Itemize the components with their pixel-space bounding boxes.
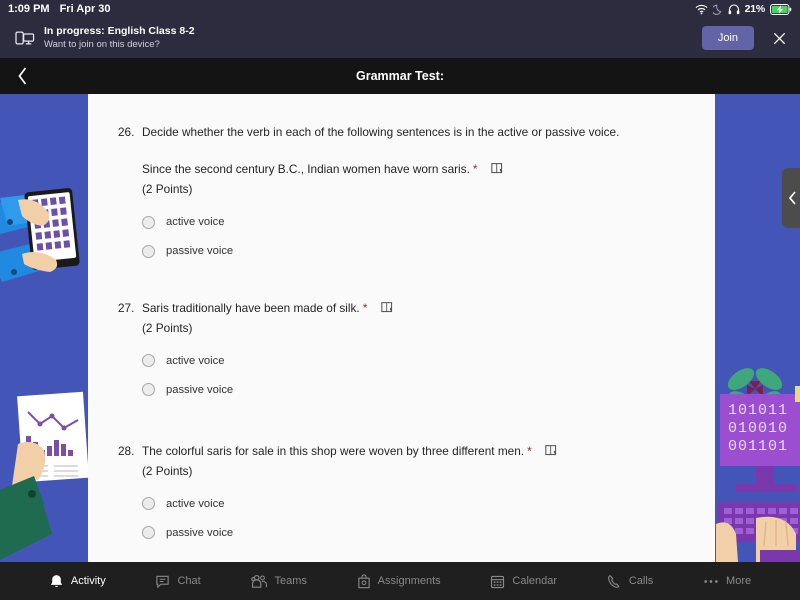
required-marker: * <box>472 161 478 176</box>
required-marker: * <box>527 444 532 458</box>
radio-icon[interactable] <box>142 497 155 511</box>
bottom-navigation-bar: Activity Chat Teams Assignments Calendar… <box>0 562 800 600</box>
question-points: (2 Points) <box>142 320 193 335</box>
join-button[interactable]: Join <box>701 26 754 50</box>
question-points: (2 Points) <box>142 463 193 478</box>
question-sentence: Saris traditionally have been made of si… <box>142 301 360 315</box>
nav-item-activity[interactable]: Activity <box>49 574 106 589</box>
banner-text-group: In progress: English Class 8-2 Want to j… <box>40 25 702 51</box>
question-sentence-wrap: The colorful saris for sale in this shop… <box>142 443 695 479</box>
close-icon <box>773 32 785 44</box>
status-bar-right: 21% <box>695 3 792 15</box>
radio-icon[interactable] <box>142 383 155 397</box>
status-time: 1:09 PM <box>8 3 50 15</box>
question-prompt: Decide whether the verb in each of the f… <box>142 125 620 139</box>
page-title: Grammar Test: <box>356 69 444 83</box>
back-button[interactable] <box>0 66 46 86</box>
question-sentence-row: 27. Saris traditionally have been made o… <box>118 300 695 336</box>
nav-label: More <box>726 575 752 587</box>
question-prompt-row: 26. Decide whether the verb in each of t… <box>118 124 695 141</box>
teams-icon <box>250 574 267 588</box>
nav-item-assignments[interactable]: Assignments <box>357 573 441 589</box>
ios-status-bar: 1:09 PM Fri Apr 30 21% <box>0 0 800 18</box>
side-drawer-handle[interactable] <box>782 168 800 228</box>
option-label: active voice <box>166 354 225 367</box>
nav-label: Calendar <box>512 575 558 587</box>
battery-percent: 21% <box>744 3 766 15</box>
nav-item-teams[interactable]: Teams <box>250 574 307 589</box>
immersive-reader-icon[interactable] <box>491 162 504 180</box>
question-sentence: The colorful saris for sale in this shop… <box>142 444 525 458</box>
nav-label: Calls <box>628 575 654 587</box>
radio-icon[interactable] <box>142 526 155 540</box>
ellipsis-icon <box>704 579 718 583</box>
meeting-join-banner: In progress: English Class 8-2 Want to j… <box>0 18 800 58</box>
battery-charging-icon <box>770 3 792 15</box>
question-block: 28. The colorful saris for sale in this … <box>118 443 695 555</box>
question-block: 27. Saris traditionally have been made o… <box>118 300 695 412</box>
nav-label: Teams <box>274 575 307 587</box>
option-passive-voice[interactable]: passive voice <box>142 526 695 540</box>
options-group: active voice passive voice <box>142 354 695 397</box>
immersive-reader-icon[interactable] <box>380 301 394 319</box>
status-date: Fri Apr 30 <box>59 3 111 15</box>
nav-item-chat[interactable]: Chat <box>155 574 201 589</box>
options-group: active voice passive voice <box>142 215 695 258</box>
option-passive-voice[interactable]: passive voice <box>142 244 695 258</box>
radio-icon[interactable] <box>142 354 155 368</box>
chat-icon <box>156 575 170 588</box>
nav-item-more[interactable]: More <box>703 574 751 589</box>
bell-icon <box>50 574 62 587</box>
question-sentence-wrap: Saris traditionally have been made of si… <box>142 300 695 336</box>
headphones-icon <box>728 3 739 14</box>
option-active-voice[interactable]: active voice <box>142 354 695 368</box>
question-number: 26. <box>118 125 135 139</box>
app-title-bar: Grammar Test: <box>0 58 800 94</box>
assignments-icon <box>357 573 370 588</box>
question-sentence-row: Since the second century B.C., Indian wo… <box>142 161 695 198</box>
banner-subtitle: Want to join on this device? <box>44 39 160 51</box>
question-block: 26. Decide whether the verb in each of t… <box>118 124 695 274</box>
calendar-icon <box>491 575 505 588</box>
option-label: active voice <box>166 216 225 229</box>
app-screen: 101011 010010 001101 26. Decide whether … <box>0 0 800 600</box>
option-label: active voice <box>166 497 225 510</box>
svg-text:010010: 010010 <box>728 420 788 437</box>
chevron-left-icon <box>18 67 27 85</box>
question-number: 28. <box>118 444 135 458</box>
chevron-left-icon <box>788 191 796 205</box>
nav-label: Activity <box>70 575 106 587</box>
question-number: 27. <box>118 301 135 315</box>
nav-item-calls[interactable]: Calls <box>607 574 653 589</box>
moon-icon <box>712 4 722 15</box>
nav-label: Assignments <box>377 575 441 587</box>
svg-text:001101: 001101 <box>728 438 788 455</box>
radio-icon[interactable] <box>142 244 155 258</box>
question-sentence-row: 28. The colorful saris for sale in this … <box>118 443 695 479</box>
required-marker: * <box>362 301 368 315</box>
options-group: active voice passive voice <box>142 497 695 540</box>
option-passive-voice[interactable]: passive voice <box>142 383 695 397</box>
wifi-icon <box>695 4 708 14</box>
quiz-form-card: 26. Decide whether the verb in each of t… <box>88 94 715 562</box>
option-active-voice[interactable]: active voice <box>142 215 695 229</box>
option-label: passive voice <box>166 526 234 539</box>
svg-text:101011: 101011 <box>728 402 788 419</box>
option-label: passive voice <box>166 383 234 396</box>
option-active-voice[interactable]: active voice <box>142 497 695 511</box>
immersive-reader-icon[interactable] <box>545 444 558 462</box>
banner-title: In progress: English Class 8-2 <box>44 25 195 37</box>
nav-item-calendar[interactable]: Calendar <box>490 574 557 589</box>
cast-device-icon <box>10 29 40 47</box>
option-label: passive voice <box>166 245 234 258</box>
radio-icon[interactable] <box>142 215 155 229</box>
close-banner-button[interactable] <box>768 27 790 49</box>
question-sentence: Since the second century B.C., Indian wo… <box>142 161 470 176</box>
nav-label: Chat <box>177 575 201 587</box>
phone-icon <box>607 574 620 588</box>
question-points: (2 Points) <box>142 181 193 196</box>
status-bar-left: 1:09 PM Fri Apr 30 <box>8 3 111 15</box>
